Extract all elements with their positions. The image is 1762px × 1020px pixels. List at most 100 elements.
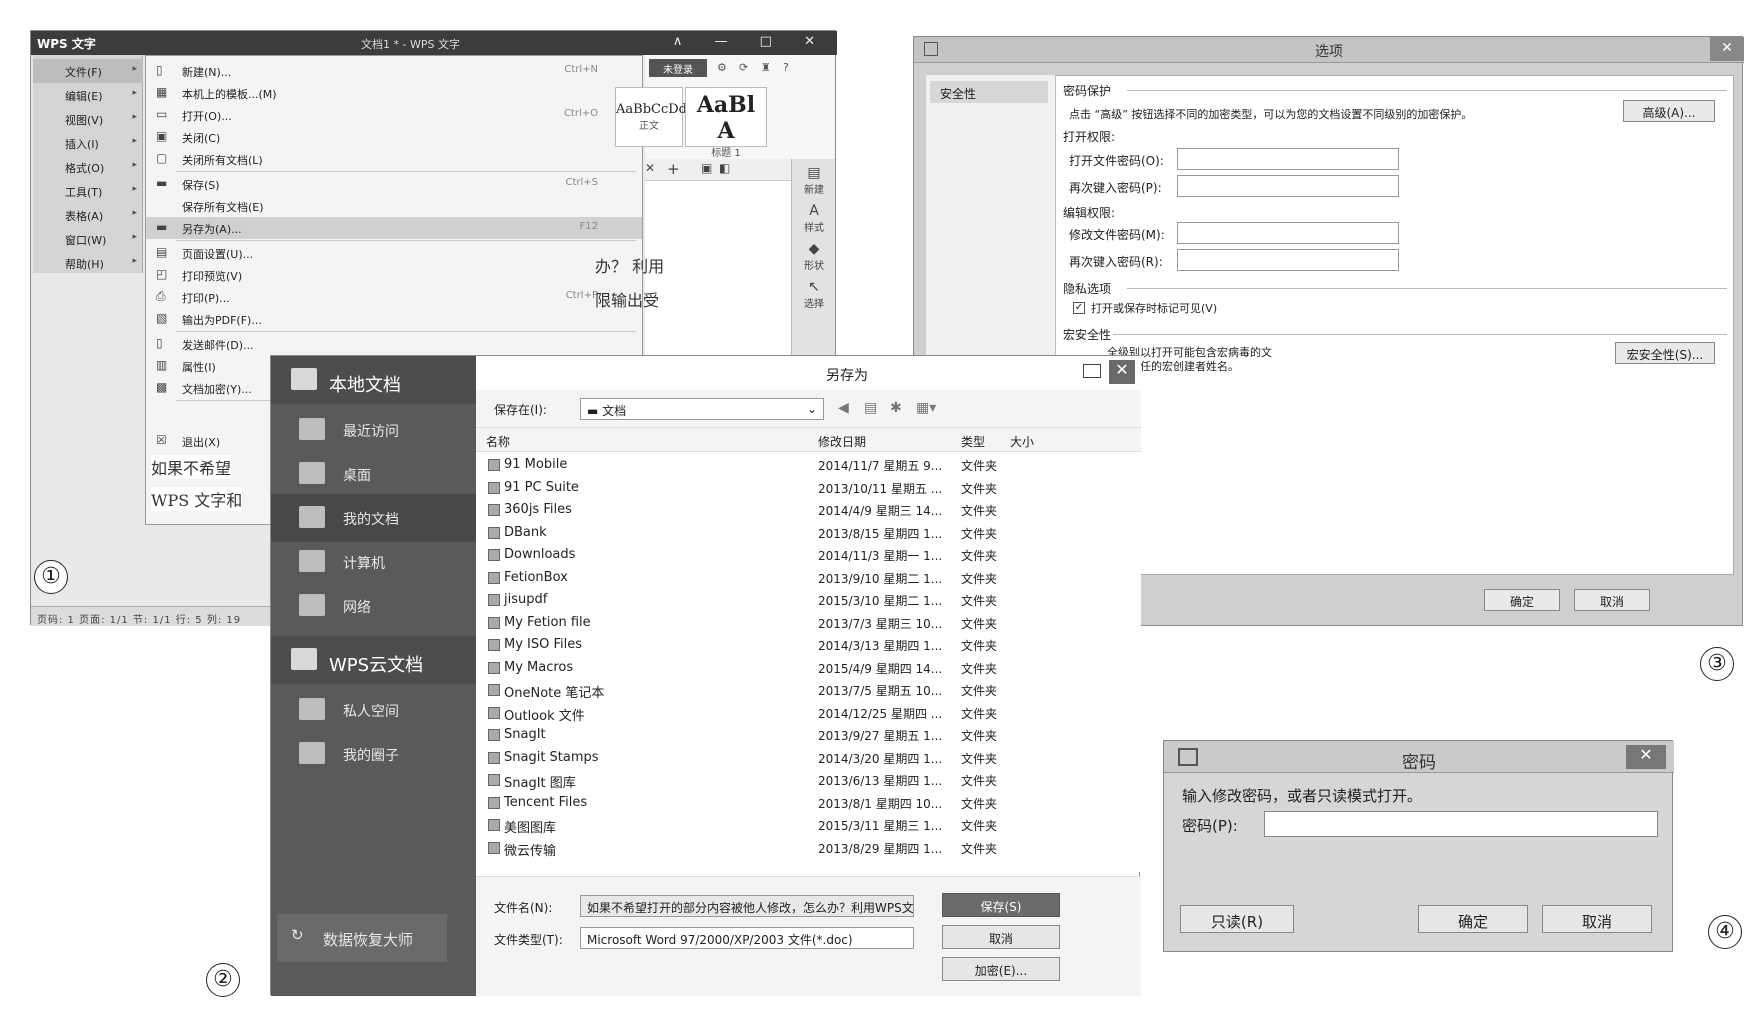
macro-security-button[interactable]: 宏安全性(S)... xyxy=(1615,342,1715,364)
close-icon[interactable]: ✕ xyxy=(1626,745,1666,769)
encrypt-button[interactable]: 加密(E)... xyxy=(942,957,1060,981)
file-menu-item[interactable]: ▣ 关闭(C) xyxy=(146,126,642,148)
file-menu-item[interactable]: 保存所有文档(E) xyxy=(146,195,642,217)
file-row[interactable]: My Macros 2015/4/9 星期四 14... 文件夹 xyxy=(476,657,1141,680)
file-row[interactable]: 美图图库 2015/3/11 星期三 1... 文件夹 xyxy=(476,814,1141,837)
close-tab-icon[interactable]: ✕ xyxy=(645,161,655,175)
file-row[interactable]: 360js Files 2014/4/9 星期三 14... 文件夹 xyxy=(476,499,1141,522)
nav-item-security[interactable]: 安全性 xyxy=(930,81,1048,103)
file-row[interactable]: SnagIt 图库 2013/6/13 星期四 1... 文件夹 xyxy=(476,769,1141,792)
tab-list-icon[interactable]: ▣ xyxy=(701,161,712,175)
login-button[interactable]: 未登录 xyxy=(649,59,707,77)
save-in-select[interactable]: ▬ 文档 ⌄ xyxy=(580,398,824,420)
up-folder-icon[interactable]: ▤ xyxy=(864,400,877,416)
sidebar-item[interactable]: 最近访问 xyxy=(271,406,476,454)
main-menu-item[interactable]: 插入(I) ▸ xyxy=(33,131,143,155)
file-menu-item[interactable]: ▬ 保存(S) Ctrl+S xyxy=(146,173,642,195)
data-recovery-button[interactable]: ↻ 数据恢复大师 xyxy=(277,914,447,962)
help-icon[interactable]: ? xyxy=(783,61,789,74)
file-menu-item[interactable]: ▬ 另存为(A)... F12 xyxy=(146,217,642,239)
file-row[interactable]: 91 PC Suite 2013/10/11 星期五 ... 文件夹 xyxy=(476,477,1141,500)
window-controls[interactable]: ∧ — □ ✕ xyxy=(673,34,829,49)
file-row[interactable]: 91 Mobile 2014/11/7 星期五 9... 文件夹 xyxy=(476,454,1141,477)
main-menu-item[interactable]: 表格(A) ▸ xyxy=(33,203,143,227)
style-normal[interactable]: AaBbCcDd 正文 xyxy=(615,87,687,147)
file-menu-item[interactable]: ⎙ 打印(P)... Ctrl+P xyxy=(146,286,642,308)
file-row[interactable]: DBank 2013/8/15 星期四 1... 文件夹 xyxy=(476,522,1141,545)
file-row[interactable]: 微云传输 2013/8/29 星期四 1... 文件夹 xyxy=(476,837,1141,860)
cancel-button[interactable]: 取消 xyxy=(1574,589,1650,611)
new-folder-icon[interactable]: ✱ xyxy=(890,400,902,416)
sidebar-item[interactable]: 私人空间 xyxy=(271,686,476,734)
password-input[interactable] xyxy=(1264,811,1658,837)
sidebar-item[interactable]: 我的圈子 xyxy=(271,730,476,778)
file-row[interactable]: SnagIt 2013/9/27 星期五 1... 文件夹 xyxy=(476,724,1141,747)
side-new-button[interactable]: ▤ 新建 xyxy=(792,165,836,196)
file-menu-item[interactable]: ▦ 本机上的模板...(M) xyxy=(146,82,642,104)
file-row[interactable]: Outlook 文件 2014/12/25 星期四 ... 文件夹 xyxy=(476,702,1141,725)
main-menu-item[interactable]: 格式(O) ▸ xyxy=(33,155,143,179)
main-menu-item[interactable]: 文件(F) ▸ xyxy=(33,59,143,83)
col-type[interactable]: 类型 xyxy=(961,433,985,450)
col-name[interactable]: 名称 xyxy=(486,433,510,450)
edit-password-confirm-input[interactable] xyxy=(1177,249,1399,271)
file-row[interactable]: My Fetion file 2013/7/3 星期三 10... 文件夹 xyxy=(476,612,1141,635)
file-menu-item[interactable]: ▭ 打开(O)... Ctrl+O xyxy=(146,104,642,126)
shirt-icon[interactable]: ♜ xyxy=(761,61,771,74)
side-style-button[interactable]: A 样式 xyxy=(792,203,836,234)
ok-button[interactable]: 确定 xyxy=(1484,589,1560,611)
edit-password-input[interactable] xyxy=(1177,222,1399,244)
col-date[interactable]: 修改日期 xyxy=(818,433,866,450)
file-row[interactable]: Tencent Files 2013/8/1 星期四 10... 文件夹 xyxy=(476,792,1141,815)
main-menu-label: 工具(T) xyxy=(65,186,103,199)
sidebar-item[interactable]: 我的文档 xyxy=(271,494,476,542)
file-menu-item[interactable]: ◰ 打印预览(V) xyxy=(146,264,642,286)
file-row[interactable]: Downloads 2014/11/3 星期一 1... 文件夹 xyxy=(476,544,1141,567)
save-button[interactable]: 保存(S) xyxy=(942,893,1060,917)
cancel-button[interactable]: 取消 xyxy=(1542,905,1652,933)
main-menu-item[interactable]: 帮助(H) ▸ xyxy=(33,251,143,275)
col-size[interactable]: 大小 xyxy=(1010,433,1034,450)
file-row[interactable]: OneNote 笔记本 2013/7/5 星期五 10... 文件夹 xyxy=(476,679,1141,702)
open-password-input[interactable] xyxy=(1177,148,1399,170)
view-menu-icon[interactable]: ▦▾ xyxy=(916,400,936,416)
file-menu-item[interactable]: ▤ 页面设置(U)... xyxy=(146,242,642,264)
file-row[interactable]: FetionBox 2013/9/10 星期二 1... 文件夹 xyxy=(476,567,1141,590)
new-tab-icon[interactable]: + xyxy=(667,160,680,178)
close-icon[interactable]: ✕ xyxy=(1109,360,1135,384)
main-menu-item[interactable]: 窗口(W) ▸ xyxy=(33,227,143,251)
ok-button[interactable]: 确定 xyxy=(1418,905,1528,933)
filetype-select[interactable]: Microsoft Word 97/2000/XP/2003 文件(*.doc) xyxy=(580,927,914,949)
file-row[interactable]: My ISO Files 2014/3/13 星期四 1... 文件夹 xyxy=(476,634,1141,657)
main-menu-item[interactable]: 编辑(E) ▸ xyxy=(33,83,143,107)
sidebar-section[interactable]: WPS云文档 xyxy=(271,636,476,684)
wps-brand-menu[interactable]: WPS 文字 xyxy=(37,35,96,52)
file-menu-item[interactable]: ▧ 输出为PDF(F)... xyxy=(146,308,642,330)
readonly-button[interactable]: 只读(R) xyxy=(1180,905,1294,933)
file-menu-item[interactable]: ▢ 关闭所有文档(L) xyxy=(146,148,642,170)
filename-input[interactable]: 如果不希望打开的部分内容被他人修改，怎么办？利用WPS文字限制编辑 xyxy=(580,895,914,917)
side-shape-button[interactable]: ◆ 形状 xyxy=(792,241,836,272)
file-row[interactable]: jisupdf 2015/3/10 星期二 1... 文件夹 xyxy=(476,589,1141,612)
file-row[interactable]: Snagit Stamps 2014/3/20 星期四 1... 文件夹 xyxy=(476,747,1141,770)
cancel-button[interactable]: 取消 xyxy=(942,925,1060,949)
style-heading1[interactable]: AaBl A 标题 1 xyxy=(685,87,767,159)
file-menu-item[interactable]: ▯ 发送邮件(D)... xyxy=(146,333,642,355)
main-menu-item[interactable]: 工具(T) ▸ xyxy=(33,179,143,203)
back-icon[interactable]: ◀ xyxy=(838,400,849,416)
sidebar-item[interactable]: 计算机 xyxy=(271,538,476,586)
main-menu-item[interactable]: 视图(V) ▸ xyxy=(33,107,143,131)
privacy-checkbox[interactable]: ✓ xyxy=(1073,302,1085,314)
side-select-button[interactable]: ↖ 选择 xyxy=(792,279,836,310)
open-password-confirm-input[interactable] xyxy=(1177,175,1399,197)
skin-icon[interactable]: ⚙ xyxy=(717,61,727,74)
tab-menu-icon[interactable]: ◧ xyxy=(719,161,730,175)
close-icon[interactable]: ✕ xyxy=(1710,37,1744,61)
advanced-button[interactable]: 高级(A)... xyxy=(1623,100,1715,122)
sidebar-section[interactable]: 本地文档 xyxy=(271,356,476,404)
sidebar-item[interactable]: 网络 xyxy=(271,582,476,630)
maximize-icon[interactable] xyxy=(1083,364,1101,378)
sync-icon[interactable]: ⟳ xyxy=(739,61,748,74)
sidebar-item[interactable]: 桌面 xyxy=(271,450,476,498)
file-menu-item[interactable]: ▯ 新建(N)... Ctrl+N xyxy=(146,60,642,82)
